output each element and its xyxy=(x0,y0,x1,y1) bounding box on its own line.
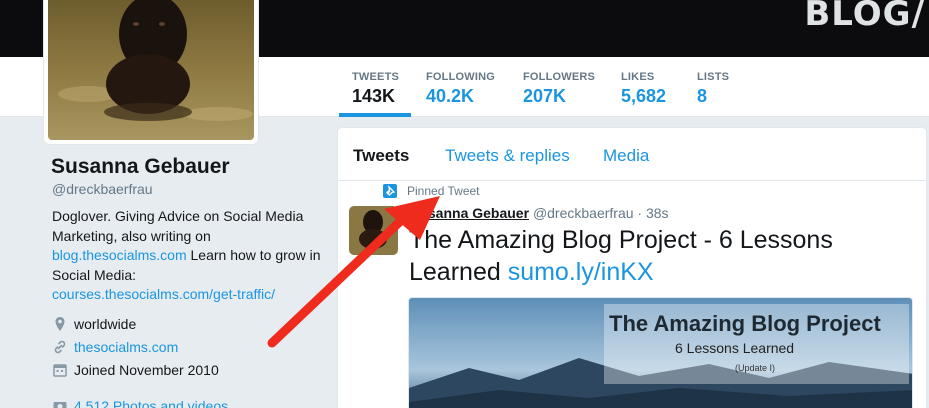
tab-tweets[interactable]: Tweets xyxy=(353,146,409,166)
stat-label: FOLLOWERS xyxy=(523,71,596,83)
joined-row: Joined November 2010 xyxy=(52,362,219,378)
tweet-timestamp[interactable]: · 38s xyxy=(637,205,668,221)
pinned-text: Pinned Tweet xyxy=(407,184,480,198)
tab-media[interactable]: Media xyxy=(603,146,649,166)
stat-label: LISTS xyxy=(697,71,730,83)
tweet-header: Susanna Gebauer @dreckbaerfrau · 38s xyxy=(410,205,669,221)
stat-followers[interactable]: FOLLOWERS 207K xyxy=(523,71,595,107)
tab-tweets-replies[interactable]: Tweets & replies xyxy=(445,146,570,166)
website-link[interactable]: thesocialms.com xyxy=(74,339,178,355)
tweet-author-handle[interactable]: @dreckbaerfrau xyxy=(533,205,634,221)
stat-value: 207K xyxy=(523,86,567,106)
photos-link[interactable]: 4,512 Photos and videos xyxy=(74,398,228,408)
tweet-link[interactable]: sumo.ly/inKX xyxy=(508,258,654,286)
stat-label: FOLLOWING xyxy=(426,71,496,83)
media-subtitle: 6 Lessons Learned xyxy=(675,340,795,356)
tweet-text: The Amazing Blog Project - 6 Lessons Lea… xyxy=(409,224,889,288)
bio-link-blog[interactable]: blog.thesocialms.com xyxy=(52,247,187,263)
stat-value: 5,682 xyxy=(621,86,667,106)
media-title: The Amazing Blog Project xyxy=(609,311,881,336)
link-icon xyxy=(52,339,68,355)
bio-link-courses[interactable]: courses.thesocialms.com/get-traffic/ xyxy=(52,286,275,302)
stat-label: TWEETS xyxy=(352,71,400,83)
timeline-tabs: Tweets Tweets & replies Media xyxy=(338,128,926,181)
stat-lists[interactable]: LISTS 8 xyxy=(697,71,729,107)
location-text: worldwide xyxy=(74,316,137,332)
stat-likes[interactable]: LIKES 5,682 xyxy=(621,71,666,107)
pin-icon xyxy=(383,184,397,198)
website-row: thesocialms.com xyxy=(52,339,178,355)
profile-handle[interactable]: @dreckbaerfrau xyxy=(52,181,153,197)
stat-tweets[interactable]: TWEETS 143K xyxy=(352,71,399,107)
profile-bio: Doglover. Giving Advice on Social Media … xyxy=(52,207,322,305)
stat-label: LIKES xyxy=(621,71,655,83)
photos-row: 4,512 Photos and videos xyxy=(52,398,228,408)
calendar-icon xyxy=(52,362,68,378)
active-stat-underline xyxy=(339,113,411,117)
stat-following[interactable]: FOLLOWING 40.2K xyxy=(426,71,495,107)
location-pin-icon xyxy=(52,316,68,332)
stat-value: 40.2K xyxy=(426,86,475,106)
profile-name[interactable]: Susanna Gebauer xyxy=(51,155,230,179)
stat-value: 143K xyxy=(352,86,396,106)
pinned-tweet-label: Pinned Tweet xyxy=(383,184,480,198)
media-note: (Update I) xyxy=(735,363,776,373)
location-row: worldwide xyxy=(52,316,136,332)
tweet-media-card[interactable]: The Amazing Blog Project 6 Lessons Learn… xyxy=(408,297,913,408)
profile-avatar[interactable] xyxy=(44,0,258,144)
bio-text: Doglover. Giving Advice on Social Media … xyxy=(52,208,304,244)
tweet-avatar[interactable] xyxy=(349,206,398,255)
stat-value: 8 xyxy=(697,86,708,106)
joined-text: Joined November 2010 xyxy=(74,362,219,378)
banner-text: BLOG/ xyxy=(804,0,925,34)
tweet-author-name[interactable]: Susanna Gebauer xyxy=(410,205,529,221)
avatar xyxy=(48,0,254,140)
camera-icon xyxy=(52,398,68,408)
